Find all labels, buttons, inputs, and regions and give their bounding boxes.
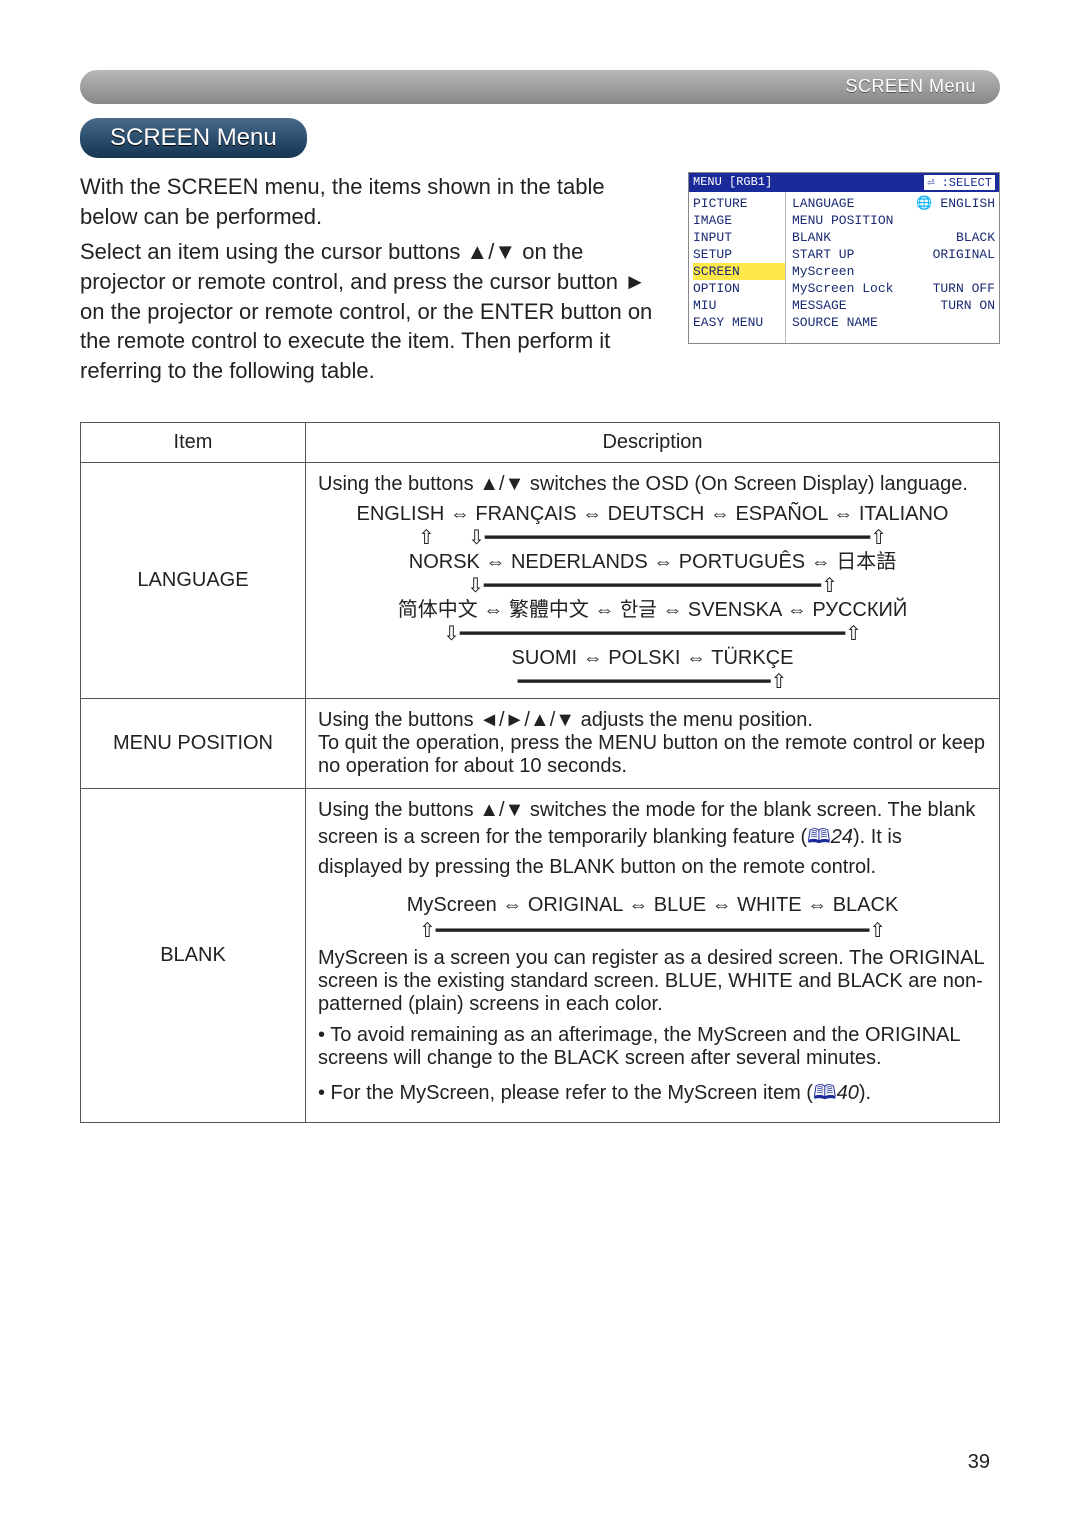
cell-blank-desc: Using the buttons ▲/▼ switches the mode … [306,788,1000,1122]
chain-arrow-4: ━━━━━━━━━━━━━━━━━━━━━⇧ [318,676,987,688]
blank-ref-40: 40 [837,1082,859,1104]
osd-right-row: LANGUAGE 🌐 ENGLISH [792,195,995,212]
osd-right-label: START UP [792,247,854,262]
osd-right-label: BLANK [792,230,831,245]
table-header-row: Item Description [81,422,1000,462]
osd-right-value: ORIGINAL [933,247,995,262]
osd-left-item: EASY MENU [693,314,785,331]
blank-chain-line: MyScreen ⇔ ORIGINAL ⇔ BLUE ⇔ WHITE ⇔ BLA… [318,887,987,923]
cell-menupos-desc: Using the buttons ◄/►/▲/▼ adjusts the me… [306,698,1000,788]
th-description: Description [306,422,1000,462]
header-stripe: SCREEN Menu [80,70,1000,104]
osd-right-value: 🌐 ENGLISH [916,196,995,211]
blank-p3: • To avoid remaining as an afterimage, t… [318,1024,987,1070]
osd-left-item: INPUT [693,229,785,246]
osd-right-label: SOURCE NAME [792,315,878,330]
cell-language-desc: Using the buttons ▲/▼ switches the OSD (… [306,462,1000,698]
intro-paragraph-2: Select an item using the cursor buttons … [80,237,664,385]
osd-right-label: MyScreen [792,264,854,279]
osd-body: PICTUREIMAGEINPUTSETUPSCREENOPTIONMIUEAS… [689,192,999,343]
language-chain: ENGLISH ⇔ FRANÇAIS ⇔ DEUTSCH ⇔ ESPAÑOL ⇔… [318,496,987,688]
row-blank: BLANK Using the buttons ▲/▼ switches the… [81,788,1000,1122]
chain-arrow-1: ⇧ ⇩━━━━━━━━━━━━━━━━━━━━━━━━━━━━━━━━⇧ [318,532,987,544]
page-number: 39 [968,1451,990,1474]
section-title: SCREEN Menu [80,118,307,158]
intro-row: With the SCREEN menu, the items shown in… [80,172,1000,392]
osd-left-item: OPTION [693,280,785,297]
osd-left-item: PICTURE [693,195,785,212]
book-icon: 🕮 [813,1082,837,1104]
osd-right-row: MyScreen [792,263,995,280]
page: SCREEN Menu SCREEN Menu With the SCREEN … [0,0,1080,1514]
osd-left-item: SETUP [693,246,785,263]
osd-right-label: LANGUAGE [792,196,854,211]
osd-right-row: MESSAGE TURN ON [792,297,995,314]
blank-p1: Using the buttons ▲/▼ switches the mode … [318,799,987,879]
language-lead: Using the buttons ▲/▼ switches the OSD (… [318,473,987,496]
chain-arrow-3: ⇩━━━━━━━━━━━━━━━━━━━━━━━━━━━━━━━━⇧ [318,628,987,640]
blank-ref-24: 24 [831,826,853,848]
cell-blank-item: BLANK [81,788,306,1122]
book-icon: 🕮 [807,826,831,848]
screen-menu-table: Item Description LANGUAGE Using the butt… [80,422,1000,1123]
osd-right-label: MESSAGE [792,298,847,313]
intro-paragraph-1: With the SCREEN menu, the items shown in… [80,172,664,231]
osd-right-row: MENU POSITION [792,212,995,229]
osd-select-label: ⏎ :SELECT [924,175,995,190]
osd-left-item: IMAGE [693,212,785,229]
cell-language-item: LANGUAGE [81,462,306,698]
osd-right-label: MENU POSITION [792,213,893,228]
osd-right-value: TURN ON [940,298,995,313]
blank-p2: MyScreen is a screen you can register as… [318,947,987,1016]
row-language: LANGUAGE Using the buttons ▲/▼ switches … [81,462,1000,698]
osd-menu: MENU [RGB1] ⏎ :SELECT PICTUREIMAGEINPUTS… [688,172,1000,344]
globe-icon: 🌐 [916,196,940,211]
chain-arrow-2: ⇩━━━━━━━━━━━━━━━━━━━━━━━━━━━━⇧ [318,580,987,592]
blank-chain: MyScreen ⇔ ORIGINAL ⇔ BLUE ⇔ WHITE ⇔ BLA… [318,887,987,939]
th-item: Item [81,422,306,462]
osd-topbar: MENU [RGB1] ⏎ :SELECT [689,173,999,192]
osd-right-row: MyScreen Lock TURN OFF [792,280,995,297]
osd-right-column: LANGUAGE 🌐 ENGLISH MENU POSITION BLANK BLACK… [786,192,999,343]
osd-right-label: MyScreen Lock [792,281,893,296]
osd-right-value: TURN OFF [933,281,995,296]
osd-right-row: BLANK BLACK [792,229,995,246]
blank-p4: • For the MyScreen, please refer to the … [318,1078,987,1112]
osd-menu-label: MENU [RGB1] [693,175,772,190]
cell-menupos-item: MENU POSITION [81,698,306,788]
osd-right-row: SOURCE NAME [792,314,995,331]
header-stripe-label: SCREEN Menu [845,76,976,97]
osd-right-row: START UP ORIGINAL [792,246,995,263]
osd-left-item: MIU [693,297,785,314]
row-menu-position: MENU POSITION Using the buttons ◄/►/▲/▼ … [81,698,1000,788]
blank-chain-arrow: ⇧━━━━━━━━━━━━━━━━━━━━━━━━━━━━━━━━━━━━⇧ [318,923,987,939]
osd-left-column: PICTUREIMAGEINPUTSETUPSCREENOPTIONMIUEAS… [689,192,786,343]
intro-text: With the SCREEN menu, the items shown in… [80,172,664,392]
osd-left-item: SCREEN [693,263,785,280]
osd-right-value: BLACK [956,230,995,245]
